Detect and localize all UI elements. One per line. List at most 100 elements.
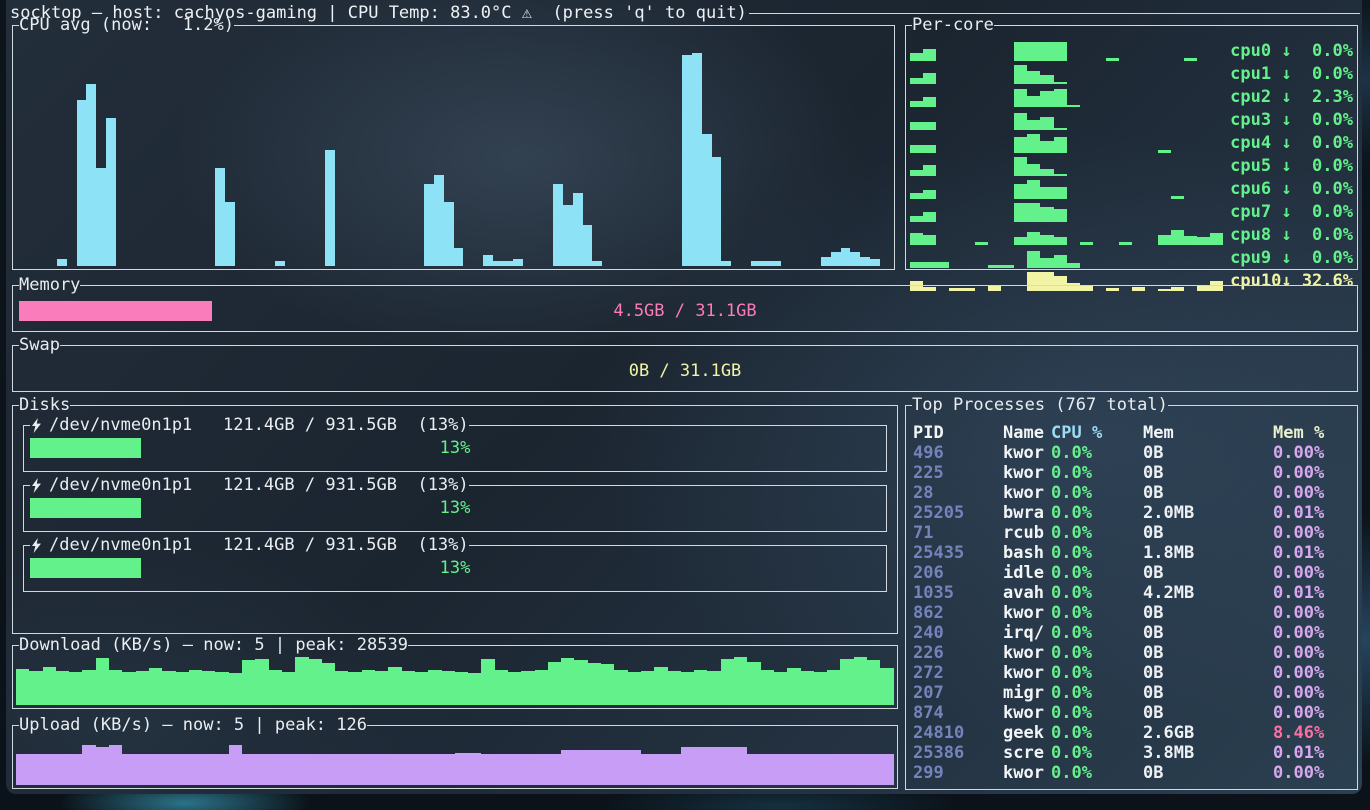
per-core-row: cpu9 ↓ 0.0% — [910, 248, 1353, 271]
process-cell: 0.0% — [1051, 743, 1143, 763]
process-cell: 71 — [913, 523, 1003, 543]
process-table-header: PID Name CPU % Mem Mem % — [913, 423, 1354, 443]
process-cell: 25205 — [913, 503, 1003, 523]
process-cell: 0.01% — [1273, 503, 1354, 523]
core-usage-sparkline — [910, 202, 1223, 222]
process-cell: kwor — [1003, 603, 1051, 623]
panel-swap: Swap 0B / 31.1GB — [12, 345, 1358, 392]
process-row: 299kwor0.0%0B0.00% — [913, 763, 1354, 783]
process-cell: 0B — [1143, 763, 1273, 783]
process-table: PID Name CPU % Mem Mem % 496kwor0.0%0B0.… — [913, 423, 1354, 783]
upload-history-chart — [16, 732, 894, 785]
process-cell: 0.0% — [1051, 763, 1143, 783]
header-mem: Mem — [1143, 423, 1273, 443]
process-cell: 0.00% — [1273, 763, 1354, 783]
process-cell: idle — [1003, 563, 1051, 583]
app-title-bar: socktop — host: cachyos-gaming | CPU Tem… — [10, 3, 1360, 23]
disk-gauge-label: 13% — [30, 558, 880, 578]
process-cell: irq/ — [1003, 623, 1051, 643]
core-usage-sparkline — [910, 225, 1223, 245]
process-cell: kwor — [1003, 483, 1051, 503]
header-name: Name — [1003, 423, 1051, 443]
process-cell: 0.0% — [1051, 463, 1143, 483]
process-cell: bwra — [1003, 503, 1051, 523]
core-label: cpu7 ↓ 0.0% — [1223, 202, 1353, 222]
process-cell: 2.0MB — [1143, 503, 1273, 523]
process-cell: 0B — [1143, 663, 1273, 683]
process-cell: migr — [1003, 683, 1051, 703]
process-cell: 4.2MB — [1143, 583, 1273, 603]
disk-entry-text: /dev/nvme0n1p1 121.4GB / 931.5GB (13%) — [49, 535, 469, 555]
per-core-row: cpu8 ↓ 0.0% — [910, 225, 1353, 248]
download-history-chart — [16, 652, 894, 705]
process-cell: 299 — [913, 763, 1003, 783]
process-cell: bash — [1003, 543, 1051, 563]
memory-gauge-label: 4.5GB / 31.1GB — [19, 301, 1351, 321]
panel-cpu-avg: CPU avg (now: 1.2%) — [12, 25, 895, 270]
process-row: 1035avah0.0%4.2MB0.01% — [913, 583, 1354, 603]
process-cell: 0.00% — [1273, 623, 1354, 643]
core-label: cpu2 ↓ 2.3% — [1223, 87, 1353, 107]
panel-per-core: Per-core cpu0 ↓ 0.0%cpu1 ↓ 0.0%cpu2 ↓ 2.… — [905, 25, 1358, 270]
process-cell: kwor — [1003, 703, 1051, 723]
panel-download: Download (KB/s) — now: 5 | peak: 28539 — [12, 645, 898, 709]
process-cell: kwor — [1003, 463, 1051, 483]
core-usage-sparkline — [910, 87, 1223, 107]
process-cell: 206 — [913, 563, 1003, 583]
core-label: cpu9 ↓ 0.0% — [1223, 248, 1353, 268]
process-cell: 0.01% — [1273, 743, 1354, 763]
core-label: cpu6 ↓ 0.0% — [1223, 179, 1353, 199]
disk-entry-title: /dev/nvme0n1p1 121.4GB / 931.5GB (13%) — [30, 535, 469, 555]
terminal-window[interactable]: socktop — host: cachyos-gaming | CPU Tem… — [6, 0, 1362, 794]
process-row: 206idle0.0%0B0.00% — [913, 563, 1354, 583]
process-row: 272kwor0.0%0B0.00% — [913, 663, 1354, 683]
core-usage-sparkline — [910, 41, 1223, 61]
process-row: 71rcub0.0%0B0.00% — [913, 523, 1354, 543]
core-label: cpu8 ↓ 0.0% — [1223, 225, 1353, 245]
process-cell: 0.0% — [1051, 583, 1143, 603]
process-cell: 0.0% — [1051, 523, 1143, 543]
process-cell: 0.0% — [1051, 663, 1143, 683]
process-cell: 0B — [1143, 683, 1273, 703]
process-cell: 0.00% — [1273, 683, 1354, 703]
process-cell: 0B — [1143, 483, 1273, 503]
core-label: cpu5 ↓ 0.0% — [1223, 156, 1353, 176]
disks-title: Disks — [19, 395, 70, 415]
core-usage-sparkline — [910, 179, 1223, 199]
processes-title: Top Processes (767 total) — [912, 395, 1168, 415]
process-cell: avah — [1003, 583, 1051, 603]
process-cell: 0.0% — [1051, 603, 1143, 623]
disk-entry: /dev/nvme0n1p1 121.4GB / 931.5GB (13%)13… — [23, 485, 887, 532]
process-row: 862kwor0.0%0B0.00% — [913, 603, 1354, 623]
process-cell: 1.8MB — [1143, 543, 1273, 563]
lightning-bolt-icon — [31, 538, 42, 553]
process-cell: 0.00% — [1273, 523, 1354, 543]
per-core-row: cpu6 ↓ 0.0% — [910, 179, 1353, 202]
process-cell: 0.00% — [1273, 463, 1354, 483]
process-cell: 24810 — [913, 723, 1003, 743]
process-cell: 8.46% — [1273, 723, 1354, 743]
process-cell: 0.0% — [1051, 703, 1143, 723]
panel-disks: Disks /dev/nvme0n1p1 121.4GB / 931.5GB (… — [12, 405, 898, 634]
process-cell: 0.00% — [1273, 483, 1354, 503]
process-cell: 0.01% — [1273, 583, 1354, 603]
process-row: 25435bash0.0%1.8MB0.01% — [913, 543, 1354, 563]
panel-upload: Upload (KB/s) — now: 5 | peak: 126 — [12, 725, 898, 789]
disk-gauge: 13% — [30, 558, 880, 578]
app-title: socktop — host: cachyos-gaming | CPU Tem… — [10, 3, 747, 23]
header-pid: PID — [913, 423, 1003, 443]
panel-processes: Top Processes (767 total) PID Name CPU %… — [905, 405, 1358, 790]
process-row: 25205bwra0.0%2.0MB0.01% — [913, 503, 1354, 523]
process-row: 24810geek0.0%2.6GB8.46% — [913, 723, 1354, 743]
per-core-row: cpu3 ↓ 0.0% — [910, 110, 1353, 133]
process-cell: 0.00% — [1273, 663, 1354, 683]
per-core-row: cpu0 ↓ 0.0% — [910, 41, 1353, 64]
panel-memory: Memory 4.5GB / 31.1GB — [12, 285, 1358, 332]
disk-entry-text: /dev/nvme0n1p1 121.4GB / 931.5GB (13%) — [49, 475, 469, 495]
lightning-bolt-icon — [31, 418, 42, 433]
disk-gauge: 13% — [30, 498, 880, 518]
core-label: cpu0 ↓ 0.0% — [1223, 41, 1353, 61]
core-label: cpu1 ↓ 0.0% — [1223, 64, 1353, 84]
disk-gauge: 13% — [30, 438, 880, 458]
lightning-bolt-icon — [31, 478, 42, 493]
